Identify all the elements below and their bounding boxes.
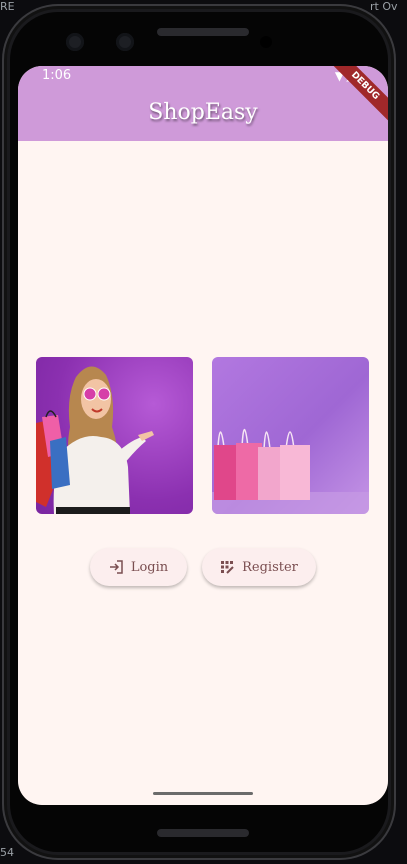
app-title: ShopEasy (148, 100, 258, 125)
status-time: 1:06 (42, 68, 72, 83)
login-icon (109, 560, 123, 574)
register-button[interactable]: Register (202, 548, 316, 586)
side-text-top-left: RE (0, 0, 15, 13)
app-registration-icon (221, 561, 234, 574)
proximity-sensor (260, 36, 272, 48)
login-button[interactable]: Login (90, 548, 187, 586)
side-text-top-right: rt Ov (370, 0, 398, 13)
bottom-speaker (157, 829, 249, 837)
login-label: Login (130, 559, 169, 575)
app-screen: 1:06 ▼◢▮ ShopEasy DEBUG (18, 66, 388, 805)
app-bar: 1:06 ▼◢▮ ShopEasy DEBUG (18, 66, 388, 141)
camera-left (66, 33, 84, 51)
home-indicator[interactable] (153, 792, 253, 795)
camera-right (116, 33, 134, 51)
shopping-bags-image (212, 357, 369, 514)
register-label: Register (242, 559, 298, 575)
shopper-woman-image (36, 357, 193, 514)
side-text-bottom-left: 54 (0, 846, 14, 859)
top-speaker (157, 28, 249, 36)
